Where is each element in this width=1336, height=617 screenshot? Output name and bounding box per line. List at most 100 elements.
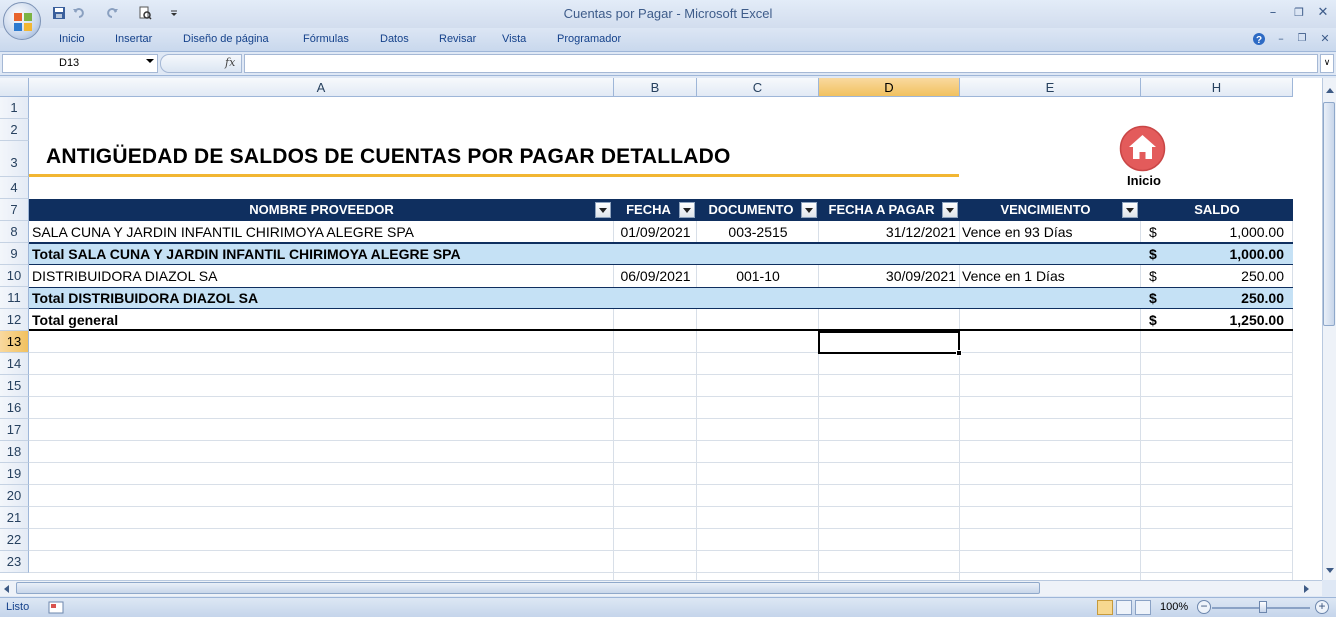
cell-vencimiento[interactable]: Vence en 93 Días [962,221,1140,243]
close-icon[interactable]: ✕ [1314,4,1332,22]
workbook-restore-icon[interactable]: ❐ [1293,30,1311,48]
horizontal-scroll-thumb[interactable] [16,582,1040,594]
scroll-up-icon[interactable] [1326,88,1334,93]
tab-revisar[interactable]: Revisar [439,33,476,45]
svg-text:?: ? [1256,35,1262,46]
page-layout-view-icon[interactable] [1116,600,1132,615]
column-header-h[interactable]: H [1141,78,1293,97]
cell-fecha-pagar[interactable]: 30/09/2021 [819,265,956,287]
filter-dropdown-icon[interactable] [595,202,611,218]
column-header-a[interactable]: A [29,78,614,97]
row-header-1[interactable]: 1 [0,97,29,119]
cell-fecha[interactable]: 06/09/2021 [614,265,697,287]
office-button[interactable] [3,2,41,40]
row-header-12[interactable]: 12 [0,309,29,331]
row-header-13[interactable]: 13 [0,331,29,353]
column-header-d[interactable]: D [819,78,960,97]
row-header-15[interactable]: 15 [0,375,29,397]
row-header-10[interactable]: 10 [0,265,29,287]
cell-saldo[interactable]: 250.00 [1170,265,1284,287]
row-header-16[interactable]: 16 [0,397,29,419]
row-header-4[interactable]: 4 [0,177,29,199]
insert-function-icon[interactable]: fx [225,56,235,69]
row-header-11[interactable]: 11 [0,287,29,309]
zoom-level[interactable]: 100% [1160,601,1188,613]
row-header-17[interactable]: 17 [0,419,29,441]
cell-documento[interactable]: 001-10 [697,265,819,287]
zoom-out-icon[interactable]: − [1197,600,1211,614]
scroll-down-icon[interactable] [1326,568,1334,573]
filter-dropdown-icon[interactable] [679,202,695,218]
cell-saldo[interactable]: 1,000.00 [1170,243,1285,265]
formula-input[interactable] [244,54,1318,73]
tab-datos[interactable]: Datos [380,33,409,45]
gridline [29,506,1293,507]
cell-vencimiento[interactable]: Vence en 1 Días [962,265,1140,287]
vertical-scroll-thumb[interactable] [1323,102,1335,326]
row-header-9[interactable]: 9 [0,243,29,265]
fill-handle[interactable] [956,350,962,356]
worksheet-grid[interactable]: A B C D E H 1 2 3 4 7 8 9 10 11 12 13 14… [0,78,1322,580]
tab-formulas[interactable]: Fórmulas [303,33,349,45]
cell-currency[interactable]: $ [1149,221,1169,243]
select-all-corner[interactable] [0,78,29,97]
zoom-in-icon[interactable]: + [1315,600,1329,614]
row-header-22[interactable]: 22 [0,529,29,551]
help-icon[interactable]: ? [1252,32,1266,46]
cell-total-label[interactable]: Total DISTRIBUIDORA DIAZOL SA [32,287,1132,309]
active-cell-d13[interactable] [818,331,960,354]
page-break-view-icon[interactable] [1135,600,1151,615]
tab-vista[interactable]: Vista [502,33,526,45]
cell-total-label[interactable]: Total general [32,309,612,331]
tab-inicio[interactable]: Inicio [59,33,85,45]
header-nombre-proveedor: NOMBRE PROVEEDOR [29,199,614,221]
cell-proveedor[interactable]: DISTRIBUIDORA DIAZOL SA [32,265,612,287]
row-header-20[interactable]: 20 [0,485,29,507]
cell-currency[interactable]: $ [1149,287,1169,309]
chevron-down-icon[interactable] [146,59,154,63]
filter-dropdown-icon[interactable] [1122,202,1138,218]
column-header-b[interactable]: B [614,78,697,97]
row-header-2[interactable]: 2 [0,119,29,141]
restore-icon[interactable]: ❐ [1290,4,1308,22]
tab-insertar[interactable]: Insertar [115,33,152,45]
name-box[interactable]: D13 [2,54,158,73]
cell-saldo[interactable]: 1,000.00 [1170,221,1285,243]
row-header-14[interactable]: 14 [0,353,29,375]
macro-record-icon[interactable] [48,601,64,614]
gridline [29,396,1293,397]
tab-programador[interactable]: Programador [557,33,621,45]
cell-total-label[interactable]: Total SALA CUNA Y JARDIN INFANTIL CHIRIM… [32,243,1132,265]
home-label[interactable]: Inicio [1120,173,1168,188]
cell-fecha[interactable]: 01/09/2021 [614,221,697,243]
row-header-19[interactable]: 19 [0,463,29,485]
column-header-c[interactable]: C [697,78,819,97]
row-header-23[interactable]: 23 [0,551,29,573]
cell-saldo[interactable]: 1,250.00 [1170,309,1285,331]
workbook-minimize-icon[interactable]: – [1272,30,1290,48]
cell-fecha-pagar[interactable]: 31/12/2021 [819,221,956,243]
home-icon[interactable] [1119,125,1166,172]
cell-documento[interactable]: 003-2515 [697,221,819,243]
cell-currency[interactable]: $ [1149,265,1169,287]
normal-view-icon[interactable] [1097,600,1113,615]
row-header-8[interactable]: 8 [0,221,29,243]
minimize-icon[interactable]: – [1264,4,1282,22]
cell-saldo[interactable]: 250.00 [1170,287,1284,309]
row-header-21[interactable]: 21 [0,507,29,529]
scroll-right-icon[interactable] [1304,585,1309,593]
tab-diseno-pagina[interactable]: Diseño de página [183,33,269,45]
cell-proveedor[interactable]: SALA CUNA Y JARDIN INFANTIL CHIRIMOYA AL… [32,221,612,243]
row-header-18[interactable]: 18 [0,441,29,463]
cell-currency[interactable]: $ [1149,243,1169,265]
column-header-e[interactable]: E [960,78,1141,97]
row-header-3[interactable]: 3 [0,141,29,177]
workbook-close-icon[interactable]: ✕ [1316,30,1334,48]
row-header-7[interactable]: 7 [0,199,29,221]
scroll-left-icon[interactable] [4,585,9,593]
filter-dropdown-icon[interactable] [801,202,817,218]
filter-dropdown-icon[interactable] [942,202,958,218]
cell-currency[interactable]: $ [1149,309,1169,331]
expand-formula-icon[interactable]: ∨ [1320,54,1334,73]
zoom-slider-thumb[interactable] [1259,601,1267,613]
